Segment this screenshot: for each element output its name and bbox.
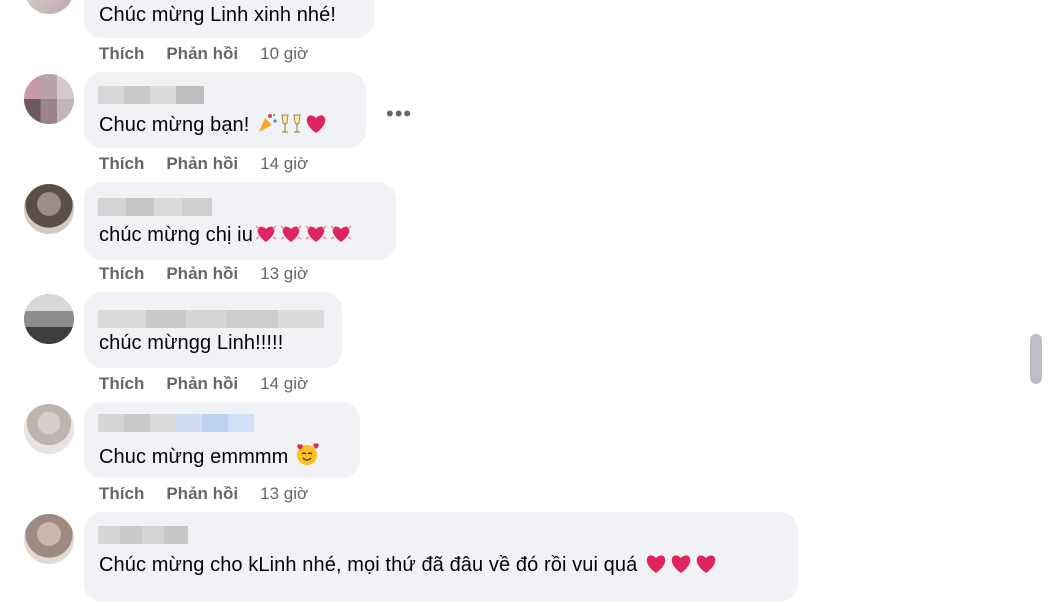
comment-text: chúc mừng chị iu <box>99 222 353 250</box>
comment-bubble: chúc mừngg Linh!!!!! <box>84 292 342 368</box>
reply-button[interactable]: Phản hồi <box>166 484 238 503</box>
like-button[interactable]: Thích <box>99 484 144 503</box>
like-button[interactable]: Thích <box>99 374 144 393</box>
reply-button[interactable]: Phản hồi <box>166 374 238 393</box>
avatar[interactable] <box>24 514 74 564</box>
comment-text-content: Chúc mừng cho kLinh nhé, mọi thứ đã đâu … <box>99 554 638 576</box>
red-heart-icon <box>304 112 328 140</box>
comment-text: Chuc mừng emmmm <box>99 442 319 472</box>
avatar[interactable] <box>24 0 74 14</box>
avatar[interactable] <box>24 184 74 234</box>
comment-actions: Thích Phản hồi 14 giờ <box>99 374 308 394</box>
party-popper-icon <box>256 112 278 140</box>
author-name-blurred[interactable] <box>98 310 324 328</box>
champagne-glasses-icon <box>279 112 303 140</box>
comment-actions: Thích Phản hồi 14 giờ <box>99 154 308 174</box>
reply-button[interactable]: Phản hồi <box>166 264 238 283</box>
comment-bubble: Chuc mừng bạn! <box>84 72 366 148</box>
comment-bubble: chúc mừng chị iu <box>84 182 396 260</box>
comment-text-content: chúc mừng chị iu <box>99 224 253 246</box>
reply-button[interactable]: Phản hồi <box>166 44 238 63</box>
comment-text: Chuc mừng bạn! <box>99 112 328 140</box>
like-button[interactable]: Thích <box>99 264 144 283</box>
scrollbar-thumb[interactable] <box>1030 334 1042 384</box>
author-name-blurred[interactable] <box>98 198 212 216</box>
author-name-blurred[interactable] <box>98 414 254 432</box>
more-options-icon[interactable]: ••• <box>386 103 411 128</box>
comment-time[interactable]: 14 giờ <box>260 154 308 173</box>
avatar[interactable] <box>24 74 74 124</box>
heart-with-sparkle-icon <box>329 222 353 250</box>
comment-time[interactable]: 13 giờ <box>260 264 308 283</box>
heart-with-sparkle-icon <box>279 222 303 250</box>
comment-bubble: Chuc mừng emmmm <box>84 402 360 478</box>
reply-button[interactable]: Phản hồi <box>166 154 238 173</box>
heart-with-sparkle-icon <box>254 222 278 250</box>
like-button[interactable]: Thích <box>99 154 144 173</box>
comment-text: Chúc mừng Linh xinh nhé! <box>99 4 337 26</box>
avatar[interactable] <box>24 404 74 454</box>
like-button[interactable]: Thích <box>99 44 144 63</box>
avatar[interactable] <box>24 294 74 344</box>
heart-with-sparkle-icon <box>304 222 328 250</box>
comment-text-content: Chuc mừng emmmm <box>99 446 289 468</box>
comment-text: chúc mừngg Linh!!!!! <box>99 332 284 354</box>
comment-text-content: Chuc mừng bạn! <box>99 114 250 136</box>
comment-bubble: Chúc mừng Linh xinh nhé! <box>84 0 374 38</box>
comment-time[interactable]: 14 giờ <box>260 374 308 393</box>
author-name-blurred[interactable] <box>98 86 204 104</box>
comment-actions: Thích Phản hồi 10 giờ <box>99 44 308 64</box>
comment-time[interactable]: 10 giờ <box>260 44 308 63</box>
comment-actions: Thích Phản hồi 13 giờ <box>99 264 308 284</box>
comment-time[interactable]: 13 giờ <box>260 484 308 503</box>
author-name-blurred[interactable] <box>98 526 188 544</box>
comment-actions: Thích Phản hồi 13 giờ <box>99 484 308 504</box>
smiling-face-with-hearts-icon <box>295 442 319 472</box>
comment-bubble: Chúc mừng cho kLinh nhé, mọi thứ đã đâu … <box>84 512 798 602</box>
